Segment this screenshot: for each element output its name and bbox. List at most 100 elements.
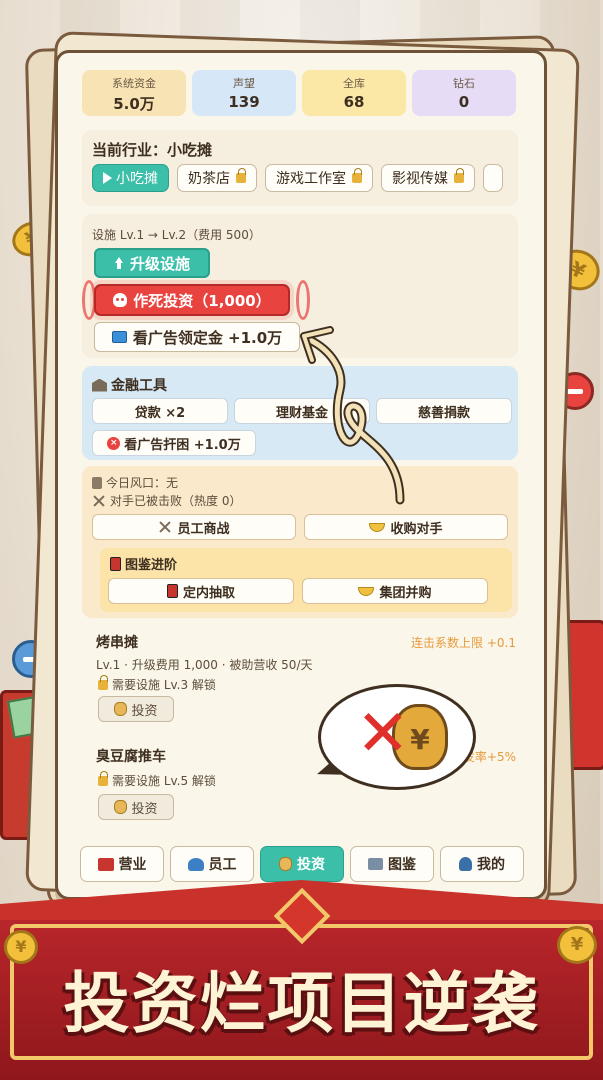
rival-status: 对手已被击败（热度 0） [92,492,241,509]
book-icon [368,858,383,870]
market-buttons: 员工商战 收购对手 [92,514,508,540]
gold-ingot-icon [358,586,375,596]
moneybag-icon [279,857,292,871]
industry-card: 当前行业：小吃摊 小吃摊 奶茶店 游戏工作室 影视传媒 [82,130,518,206]
tab-game-studio[interactable]: 游戏工作室 [265,164,373,192]
collection-buttons: 定内抽取 集团并购 [108,578,488,604]
stat-funds: 系统资金 5.0万 [82,70,186,116]
swords-icon [158,520,172,534]
item-bonus: 连击系数上限 +0.1 [411,636,516,650]
draw-button[interactable]: 定内抽取 [108,578,294,604]
cross-icon: ✕ [356,697,410,771]
upgrade-facility-button[interactable]: 升级设施 [94,248,210,278]
stat-inventory: 全库 68 [302,70,406,116]
play-icon [103,172,112,184]
nav-label: 员工 [208,857,237,873]
swords-icon [92,494,106,508]
shop-icon [97,857,114,871]
skull-icon [113,293,128,307]
stat-value: 0 [458,93,470,111]
finance-title: 金融工具 [92,375,167,395]
coin-icon [4,930,38,964]
stats-bar: 系统资金 5.0万 声望 139 全库 68 钻石 0 [82,70,516,116]
collection-title: 图鉴进阶 [110,554,177,573]
item-lock: 需要设施 Lv.5 解锁 [96,770,216,789]
staff-battle-button[interactable]: 员工商战 [92,514,296,540]
lock-icon [352,168,362,183]
wind-text: 今日风口：无 [106,476,179,490]
stat-value: 68 [343,93,365,111]
button-label: 看广告扞困 +1.0万 [124,437,241,453]
lock-icon [98,770,108,786]
tab-milk-tea[interactable]: 奶茶店 [177,164,257,192]
nav-label: 投资 [297,857,325,873]
arrow-up-icon [114,257,124,269]
tab-overflow[interactable] [483,164,503,192]
button-label: 看广告领定金 +1.0万 [132,328,283,347]
lock-icon [98,674,108,690]
bank-icon [92,378,107,392]
item-lock: 需要设施 Lv.3 解锁 [96,674,216,693]
tab-label: 影视传媒 [392,171,448,187]
tab-snack-stall[interactable]: 小吃摊 [92,164,169,192]
button-label: 定内抽取 [182,585,235,601]
tab-staff[interactable]: 员工 [170,846,254,882]
item-desc: Lv.1 · 升级费用 1,000 · 被助营收 50/天 [96,658,313,672]
collection-panel: 图鉴进阶 定内抽取 集团并购 [100,548,512,612]
finance-title-text: 金融工具 [111,378,167,394]
moneybag-icon [114,800,128,814]
people-icon [187,857,204,871]
facility-level-text: 设施 Lv.1 → Lv.2（费用 500） [92,228,261,242]
item-lock-text: 需要设施 Lv.5 解锁 [112,774,216,788]
loan-button[interactable]: 贷款 ×2 [92,398,228,424]
gold-ingot-icon [369,522,386,532]
button-label: 投资 [131,703,158,719]
stat-label: 系统资金 [112,77,156,90]
lock-icon [454,168,464,183]
wind-icon [92,476,102,489]
button-label: 作死投资（1,000） [133,291,271,310]
tab-label: 小吃摊 [116,171,158,187]
lock-icon [236,168,246,183]
tab-label: 奶茶店 [188,171,230,187]
nav-label: 图鉴 [388,857,416,873]
button-label: 升级设施 [129,254,190,273]
watch-ad-relief-button[interactable]: × 看广告扞困 +1.0万 [92,430,256,456]
wind-status: 今日风口：无 [92,474,178,491]
nav-label: 营业 [118,857,147,873]
item-lock-text: 需要设施 Lv.3 解锁 [112,678,216,692]
stat-label: 钻石 [453,77,475,90]
user-icon [459,857,472,871]
item-name: 臭豆腐推车 [96,749,166,765]
button-label: 投资 [131,801,158,817]
tab-profile[interactable]: 我的 [440,846,524,882]
button-label: 员工商战 [177,521,230,537]
item-name: 烤串摊 [96,635,138,651]
invest-button[interactable]: 投资 [98,696,174,722]
curved-arrow-decoration [300,326,405,505]
invest-button[interactable]: 投资 [98,794,174,820]
stat-label: 声望 [233,77,255,90]
button-label: 收购对手 [390,521,443,537]
group-merge-button[interactable]: 集团并购 [302,578,488,604]
industry-tabs: 小吃摊 奶茶店 游戏工作室 影视传媒 [92,164,503,192]
tv-icon [111,331,127,343]
moneybag-icon [114,702,128,716]
close-circle-icon: × [107,436,121,450]
watch-ad-deposit-button[interactable]: 看广告领定金 +1.0万 [94,322,300,352]
card-icon [166,584,178,598]
tab-business[interactable]: 营业 [80,846,164,882]
tab-film-media[interactable]: 影视传媒 [381,164,475,192]
tab-label: 游戏工作室 [276,171,346,187]
tab-collection[interactable]: 图鉴 [350,846,434,882]
ripple-decoration [296,280,310,320]
button-label: 集团并购 [379,585,432,601]
card-icon [110,556,121,571]
rival-text: 对手已被击败（热度 0） [110,494,242,508]
promo-slogan: 投资烂项目逆袭 [63,965,540,1042]
reckless-invest-button[interactable]: 作死投资（1,000） [94,284,290,316]
stat-reputation: 声望 139 [192,70,296,116]
stat-label: 全库 [343,77,365,90]
acquire-rival-button[interactable]: 收购对手 [304,514,508,540]
tab-invest[interactable]: 投资 [260,846,344,882]
